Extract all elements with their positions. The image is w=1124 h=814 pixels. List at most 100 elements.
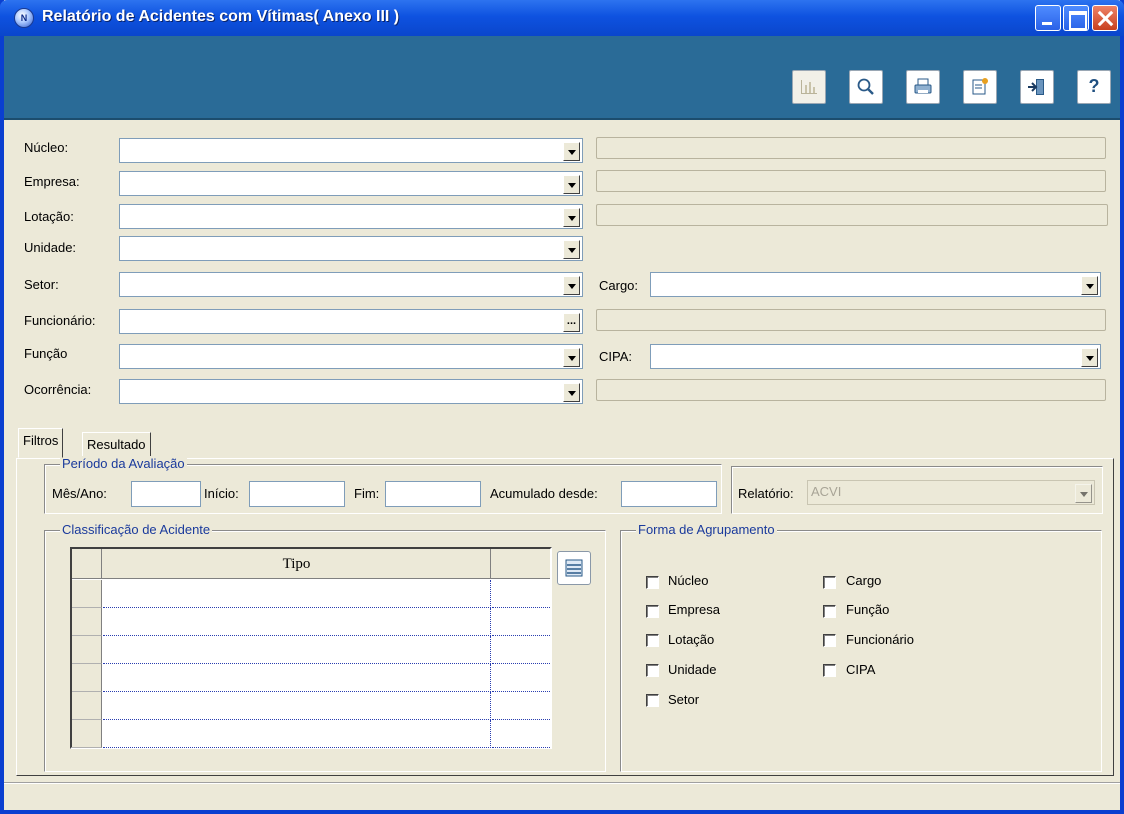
tipo-cell[interactable] <box>103 580 491 608</box>
classificacao-title: Classificação de Acidente <box>60 522 213 537</box>
row-header[interactable] <box>72 664 102 692</box>
checkbox-unidade[interactable] <box>646 664 659 677</box>
fim-label: Fim: <box>354 486 380 501</box>
lotacao-label: Lotação: <box>24 209 74 224</box>
edit-document-icon <box>972 78 988 95</box>
mes-ano-input[interactable] <box>131 481 201 507</box>
classificacao-grid[interactable]: Tipo <box>70 547 552 749</box>
checkbox-empresa[interactable] <box>646 605 659 618</box>
empresa-label: Empresa: <box>24 174 80 189</box>
printer-icon <box>914 78 932 94</box>
exit-button[interactable] <box>1020 70 1054 104</box>
chart-button[interactable] <box>792 70 826 104</box>
tipo-cell[interactable] <box>103 636 491 664</box>
relatorio-combo[interactable]: ACVI <box>807 480 1095 505</box>
row-header[interactable] <box>72 580 102 608</box>
setor-combo[interactable] <box>119 272 583 297</box>
nucleo-label: Núcleo: <box>24 140 69 155</box>
grid-corner <box>72 549 102 579</box>
close-button[interactable] <box>1092 5 1118 31</box>
row-header[interactable] <box>72 720 102 748</box>
acumulado-input[interactable] <box>621 481 717 507</box>
table-row[interactable] <box>72 720 550 748</box>
chevron-down-icon[interactable] <box>1081 348 1098 367</box>
checkbox-label: Funcionário <box>846 632 914 647</box>
lotacao-combo[interactable] <box>119 204 583 229</box>
tab-resultado[interactable]: Resultado <box>82 432 151 458</box>
empresa-combo[interactable] <box>119 171 583 196</box>
edit-button[interactable] <box>963 70 997 104</box>
chevron-down-icon[interactable] <box>563 175 580 194</box>
minimize-button[interactable] <box>1035 5 1061 31</box>
relatorio-value: ACVI <box>811 484 842 499</box>
app-icon: N <box>14 8 34 28</box>
chart-icon <box>801 80 817 94</box>
checkbox-setor[interactable] <box>646 694 659 707</box>
tab-filtros[interactable]: Filtros <box>18 428 64 458</box>
relatorio-label: Relatório: <box>738 486 794 501</box>
table-row[interactable] <box>72 692 550 720</box>
chevron-down-icon[interactable] <box>563 240 580 259</box>
extra-cell[interactable] <box>492 720 550 748</box>
cipa-label: CIPA: <box>599 349 632 364</box>
extra-cell[interactable] <box>492 608 550 636</box>
periodo-title: Período da Avaliação <box>60 456 187 471</box>
maximize-button[interactable] <box>1063 5 1089 31</box>
grid-header: Tipo <box>72 549 550 579</box>
checkbox-label: Cargo <box>846 573 882 588</box>
print-button[interactable] <box>906 70 940 104</box>
tipo-cell[interactable] <box>103 664 491 692</box>
tipo-cell[interactable] <box>103 608 491 636</box>
funcionario-field[interactable]: ... <box>119 309 583 334</box>
help-button[interactable]: ? <box>1077 70 1111 104</box>
help-icon: ? <box>1088 76 1100 96</box>
ocorrencia-combo[interactable] <box>119 379 583 404</box>
table-row[interactable] <box>72 608 550 636</box>
extra-cell[interactable] <box>492 692 550 720</box>
checkbox-lotacao[interactable] <box>646 634 659 647</box>
tipo-cell[interactable] <box>103 720 491 748</box>
cipa-combo[interactable] <box>650 344 1101 369</box>
ocorrencia-label: Ocorrência: <box>24 382 92 397</box>
chevron-down-icon[interactable] <box>563 348 580 367</box>
extra-cell[interactable] <box>492 580 550 608</box>
chevron-down-icon[interactable] <box>563 208 580 227</box>
ellipsis-button[interactable]: ... <box>563 313 580 332</box>
table-row[interactable] <box>72 664 550 692</box>
row-header[interactable] <box>72 692 102 720</box>
status-bar-divider <box>4 782 1120 784</box>
checkbox-nucleo[interactable] <box>646 576 659 589</box>
checkbox-label: Setor <box>668 692 700 707</box>
fim-input[interactable] <box>385 481 481 507</box>
checkbox-funcao[interactable] <box>823 605 836 618</box>
table-row[interactable] <box>72 580 550 608</box>
empresa-description-field <box>596 170 1106 192</box>
row-header[interactable] <box>72 608 102 636</box>
checkbox-funcionario[interactable] <box>823 634 836 647</box>
row-header[interactable] <box>72 636 102 664</box>
table-row[interactable] <box>72 636 550 664</box>
cargo-label: Cargo: <box>599 278 639 293</box>
chevron-down-icon[interactable] <box>1075 484 1092 503</box>
unidade-combo[interactable] <box>119 236 583 261</box>
funcao-combo[interactable] <box>119 344 583 369</box>
search-button[interactable] <box>849 70 883 104</box>
chevron-down-icon[interactable] <box>1081 276 1098 295</box>
ocorrencia-description-field <box>596 379 1106 401</box>
tipo-cell[interactable] <box>103 692 491 720</box>
checkbox-cipa[interactable] <box>823 664 836 677</box>
checkbox-label: Função <box>846 602 890 617</box>
checkbox-label: Núcleo <box>668 573 709 588</box>
nucleo-combo[interactable] <box>119 138 583 163</box>
inicio-input[interactable] <box>249 481 345 507</box>
cargo-combo[interactable] <box>650 272 1101 297</box>
chevron-down-icon[interactable] <box>563 142 580 161</box>
grid-options-button[interactable] <box>557 551 591 585</box>
chevron-down-icon[interactable] <box>563 276 580 295</box>
tipo-column-header[interactable]: Tipo <box>103 549 491 579</box>
extra-cell[interactable] <box>492 636 550 664</box>
chevron-down-icon[interactable] <box>563 383 580 402</box>
funcionario-label: Funcionário: <box>24 313 96 328</box>
checkbox-cargo[interactable] <box>823 576 836 589</box>
extra-cell[interactable] <box>492 664 550 692</box>
